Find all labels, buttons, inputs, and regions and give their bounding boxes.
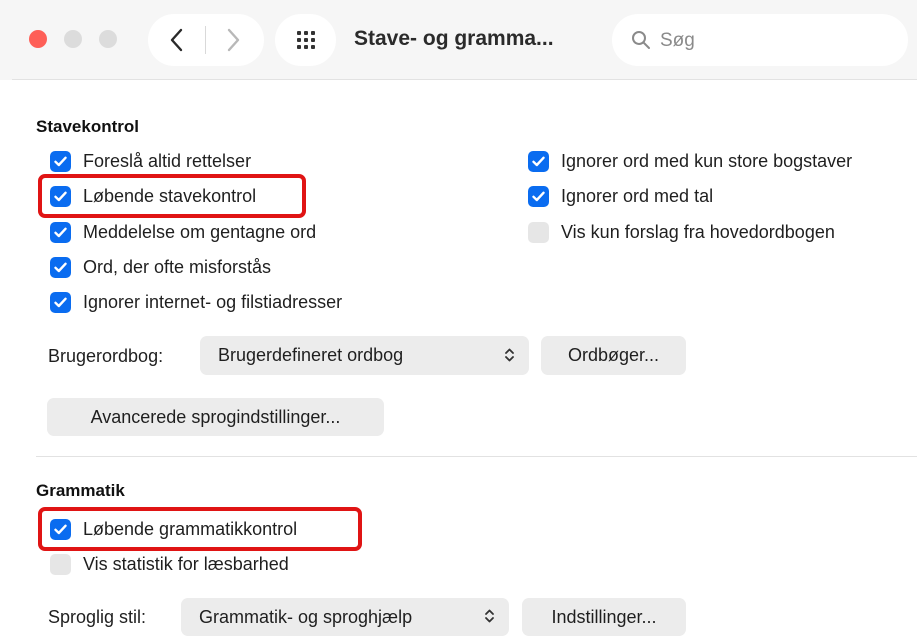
- style-value: Grammatik- og sproghjælp: [199, 606, 413, 627]
- option-ignore-numbers[interactable]: Ignorer ord med tal: [528, 184, 713, 208]
- option-main-dictionary-only[interactable]: Vis kun forslag fra hovedordbogen: [528, 220, 835, 244]
- option-misunderstood-words[interactable]: Ord, der ofte misforstås: [50, 255, 271, 279]
- search-placeholder[interactable]: Søg: [660, 30, 695, 52]
- option-label: Ignorer ord med tal: [561, 185, 714, 206]
- checkbox[interactable]: [528, 185, 549, 207]
- checkbox[interactable]: [50, 518, 71, 540]
- advanced-language-settings-button[interactable]: Avancerede sprogindstillinger...: [47, 398, 384, 436]
- checkbox[interactable]: [528, 150, 549, 172]
- option-label: Vis statistik for læsbarhed: [83, 553, 289, 574]
- window-title: Stave- og gramma...: [354, 27, 554, 50]
- search-field[interactable]: [612, 14, 908, 66]
- show-all-button[interactable]: [275, 14, 336, 66]
- checkmark-icon: [532, 156, 545, 166]
- close-window-button[interactable]: [29, 30, 47, 48]
- checkbox[interactable]: [50, 291, 71, 313]
- option-label: Ord, der ofte misforstås: [83, 256, 272, 277]
- option-ignore-addresses[interactable]: Ignorer internet- og filstiadresser: [50, 290, 342, 314]
- chevron-up-down-icon: [484, 608, 495, 626]
- option-label: Meddelelse om gentagne ord: [83, 221, 317, 242]
- nav-separator: [205, 26, 206, 54]
- grammar-settings-button[interactable]: Indstillinger...: [522, 598, 686, 636]
- checkmark-icon: [532, 191, 545, 201]
- zoom-window-button[interactable]: [99, 30, 117, 48]
- search-icon: [632, 31, 650, 49]
- checkbox[interactable]: [50, 150, 71, 172]
- style-label: Sproglig stil:: [48, 607, 147, 627]
- checkbox[interactable]: [528, 221, 549, 243]
- checkbox[interactable]: [50, 256, 71, 278]
- back-button[interactable]: [162, 24, 192, 56]
- chevron-left-icon: [170, 28, 183, 52]
- dictionary-label: Brugerordbog:: [48, 346, 164, 366]
- toolbar-divider: [12, 79, 917, 80]
- option-continuous-spellcheck[interactable]: Løbende stavekontrol: [50, 184, 256, 208]
- option-ignore-uppercase[interactable]: Ignorer ord med kun store bogstaver: [528, 149, 852, 173]
- checkmark-icon: [54, 227, 67, 237]
- option-label: Vis kun forslag fra hovedordbogen: [561, 221, 835, 242]
- checkbox[interactable]: [50, 185, 71, 207]
- checkmark-icon: [54, 297, 67, 307]
- chevron-up-down-icon: [504, 347, 515, 365]
- grid-icon: [296, 31, 315, 49]
- option-label: Ignorer internet- og filstiadresser: [83, 291, 343, 312]
- dictionary-popup[interactable]: Brugerdefineret ordbog: [200, 336, 529, 375]
- option-continuous-grammar-check[interactable]: Løbende grammatikkontrol: [50, 517, 297, 541]
- option-label: Løbende stavekontrol: [83, 185, 257, 206]
- option-repeated-words[interactable]: Meddelelse om gentagne ord: [50, 220, 316, 244]
- section-divider: [36, 456, 917, 457]
- checkbox[interactable]: [50, 221, 71, 243]
- forward-button[interactable]: [218, 24, 248, 56]
- section-title-grammar: Grammatik: [36, 481, 125, 500]
- option-suggest-corrections[interactable]: Foreslå altid rettelser: [50, 149, 251, 173]
- option-label: Foreslå altid rettelser: [83, 150, 252, 171]
- checkmark-icon: [54, 191, 67, 201]
- option-label: Løbende grammatikkontrol: [83, 518, 298, 539]
- dictionary-value: Brugerdefineret ordbog: [218, 345, 404, 365]
- checkmark-icon: [54, 524, 67, 534]
- option-label: Ignorer ord med kun store bogstaver: [561, 150, 853, 171]
- checkmark-icon: [54, 156, 67, 166]
- minimize-window-button[interactable]: [64, 30, 82, 48]
- style-popup[interactable]: Grammatik- og sproghjælp: [181, 598, 509, 636]
- chevron-right-icon: [227, 28, 240, 52]
- checkbox[interactable]: [50, 553, 71, 575]
- section-title-spelling: Stavekontrol: [36, 117, 139, 136]
- option-readability-statistics[interactable]: Vis statistik for læsbarhed: [50, 552, 289, 576]
- checkmark-icon: [54, 262, 67, 272]
- dictionaries-button[interactable]: Ordbøger...: [541, 336, 686, 375]
